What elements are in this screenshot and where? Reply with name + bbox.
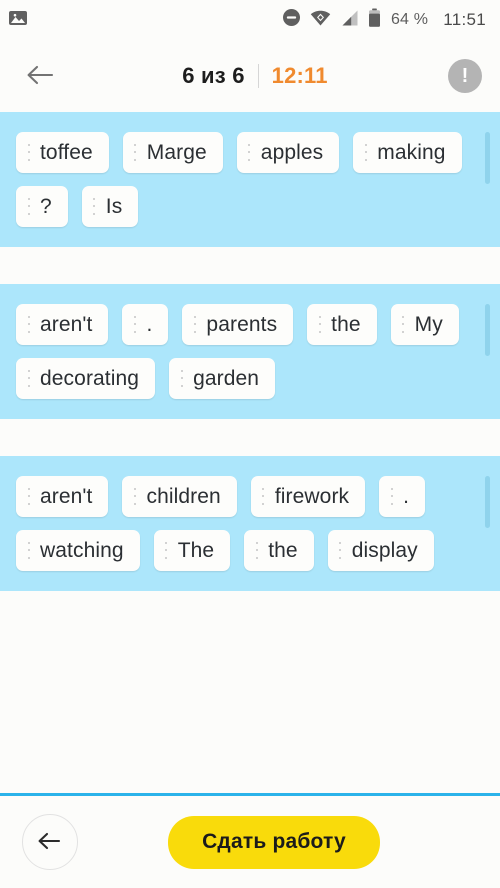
word-chip[interactable]: firework xyxy=(250,476,366,517)
word-chip-label: decorating xyxy=(40,366,140,390)
word-chip[interactable]: parents xyxy=(182,304,294,345)
word-chip-label: the xyxy=(331,312,361,336)
word-chip[interactable]: The xyxy=(153,530,231,571)
drag-handle-icon[interactable] xyxy=(24,487,33,505)
word-chip-label: the xyxy=(268,538,298,562)
word-chip-label: making xyxy=(377,140,446,164)
status-bar: 64 % 11:51 xyxy=(0,0,500,40)
word-chip[interactable]: . xyxy=(122,304,169,345)
word-chip[interactable]: My xyxy=(390,304,459,345)
word-chip-label: firework xyxy=(274,484,350,508)
word-chip-label: Marge xyxy=(146,140,207,164)
word-chip[interactable]: Marge xyxy=(122,132,223,173)
word-chip-label: The xyxy=(177,538,215,562)
drag-handle-icon[interactable] xyxy=(24,315,33,333)
drag-handle-icon[interactable] xyxy=(259,487,268,505)
word-chip[interactable]: making xyxy=(353,132,462,173)
cellular-signal-icon xyxy=(340,9,359,32)
word-chip[interactable]: apples xyxy=(236,132,340,173)
word-chip-label: ? xyxy=(40,194,52,218)
word-chip-label: . xyxy=(146,312,153,336)
drag-handle-icon[interactable] xyxy=(24,541,33,559)
word-chip[interactable]: the xyxy=(307,304,377,345)
arrow-left-icon xyxy=(37,831,63,854)
drag-handle-icon[interactable] xyxy=(252,541,261,559)
do-not-disturb-icon xyxy=(282,8,301,32)
drag-handle-icon[interactable] xyxy=(130,315,139,333)
drag-handle-icon[interactable] xyxy=(190,315,199,333)
drag-handle-icon[interactable] xyxy=(130,487,139,505)
drag-handle-icon[interactable] xyxy=(24,197,33,215)
footer-bar: Сдать работу xyxy=(0,793,500,888)
word-chip[interactable]: watching xyxy=(16,530,140,571)
drag-handle-icon[interactable] xyxy=(24,369,33,387)
drag-handle-icon[interactable] xyxy=(336,541,345,559)
arrow-left-icon xyxy=(26,64,54,89)
word-chip-label: watching xyxy=(40,538,124,562)
word-chip-label: children xyxy=(146,484,221,508)
app-header: 6 из 6 12:11 ! xyxy=(0,40,500,112)
task-list[interactable]: toffee Marge apples making ? Is aren't .… xyxy=(0,112,500,793)
word-chip[interactable]: aren't xyxy=(16,304,109,345)
task-card[interactable]: aren't . parents the My decorating garde… xyxy=(0,284,500,419)
task-progress-label: 6 из 6 xyxy=(182,63,245,88)
drag-handle-icon[interactable] xyxy=(162,541,171,559)
status-bar-clock: 11:51 xyxy=(443,10,486,29)
card-scrollbar[interactable] xyxy=(485,132,490,184)
drag-handle-icon[interactable] xyxy=(315,315,324,333)
wifi-icon xyxy=(310,8,331,32)
word-chip-label: My xyxy=(414,312,443,336)
header-title-group: 6 из 6 12:11 xyxy=(62,63,448,89)
word-chip-label: aren't xyxy=(40,312,93,336)
word-chip-label: garden xyxy=(193,366,260,390)
word-chip[interactable]: . xyxy=(379,476,426,517)
status-bar-right: 64 % 11:51 xyxy=(282,8,486,33)
word-chip-label: aren't xyxy=(40,484,93,508)
word-chip-label: Is xyxy=(105,194,123,218)
word-chip[interactable]: display xyxy=(327,530,434,571)
word-chip[interactable]: toffee xyxy=(16,132,109,173)
drag-handle-icon[interactable] xyxy=(245,143,254,161)
battery-icon xyxy=(368,8,381,33)
header-back-button[interactable] xyxy=(18,54,62,98)
word-chip[interactable]: garden xyxy=(169,358,276,399)
footer-back-button[interactable] xyxy=(22,814,78,870)
word-chip[interactable]: aren't xyxy=(16,476,109,517)
drag-handle-icon[interactable] xyxy=(387,487,396,505)
word-chip[interactable]: children xyxy=(122,476,237,517)
countdown-timer: 12:11 xyxy=(271,63,328,88)
word-chip-label: display xyxy=(351,538,418,562)
image-icon xyxy=(8,8,28,33)
info-mark-label: ! xyxy=(461,64,469,87)
drag-handle-icon[interactable] xyxy=(24,143,33,161)
app-screen: 64 % 11:51 6 из 6 12:11 ! toffee Marge a… xyxy=(0,0,500,888)
word-chip[interactable]: the xyxy=(244,530,314,571)
task-card[interactable]: aren't children firework . watching The xyxy=(0,456,500,591)
card-scrollbar[interactable] xyxy=(485,304,490,356)
battery-percent-label: 64 % xyxy=(390,11,429,28)
exclamation-circle-icon[interactable]: ! xyxy=(448,59,482,93)
card-scrollbar[interactable] xyxy=(485,476,490,528)
drag-handle-icon[interactable] xyxy=(90,197,99,215)
submit-button-wrap: Сдать работу xyxy=(100,815,478,869)
submit-work-button[interactable]: Сдать работу xyxy=(168,815,380,869)
header-divider xyxy=(257,64,259,88)
word-chip-label: . xyxy=(403,484,410,508)
word-chip-label: apples xyxy=(260,140,324,164)
drag-handle-icon[interactable] xyxy=(399,315,408,333)
word-chip[interactable]: Is xyxy=(81,186,139,227)
drag-handle-icon[interactable] xyxy=(131,143,140,161)
status-bar-left xyxy=(8,8,28,33)
word-chip-label: toffee xyxy=(40,140,93,164)
drag-handle-icon[interactable] xyxy=(177,369,186,387)
word-chip[interactable]: decorating xyxy=(16,358,156,399)
word-chip-label: parents xyxy=(206,312,278,336)
task-card[interactable]: toffee Marge apples making ? Is xyxy=(0,112,500,247)
word-chip[interactable]: ? xyxy=(16,186,68,227)
drag-handle-icon[interactable] xyxy=(361,143,370,161)
